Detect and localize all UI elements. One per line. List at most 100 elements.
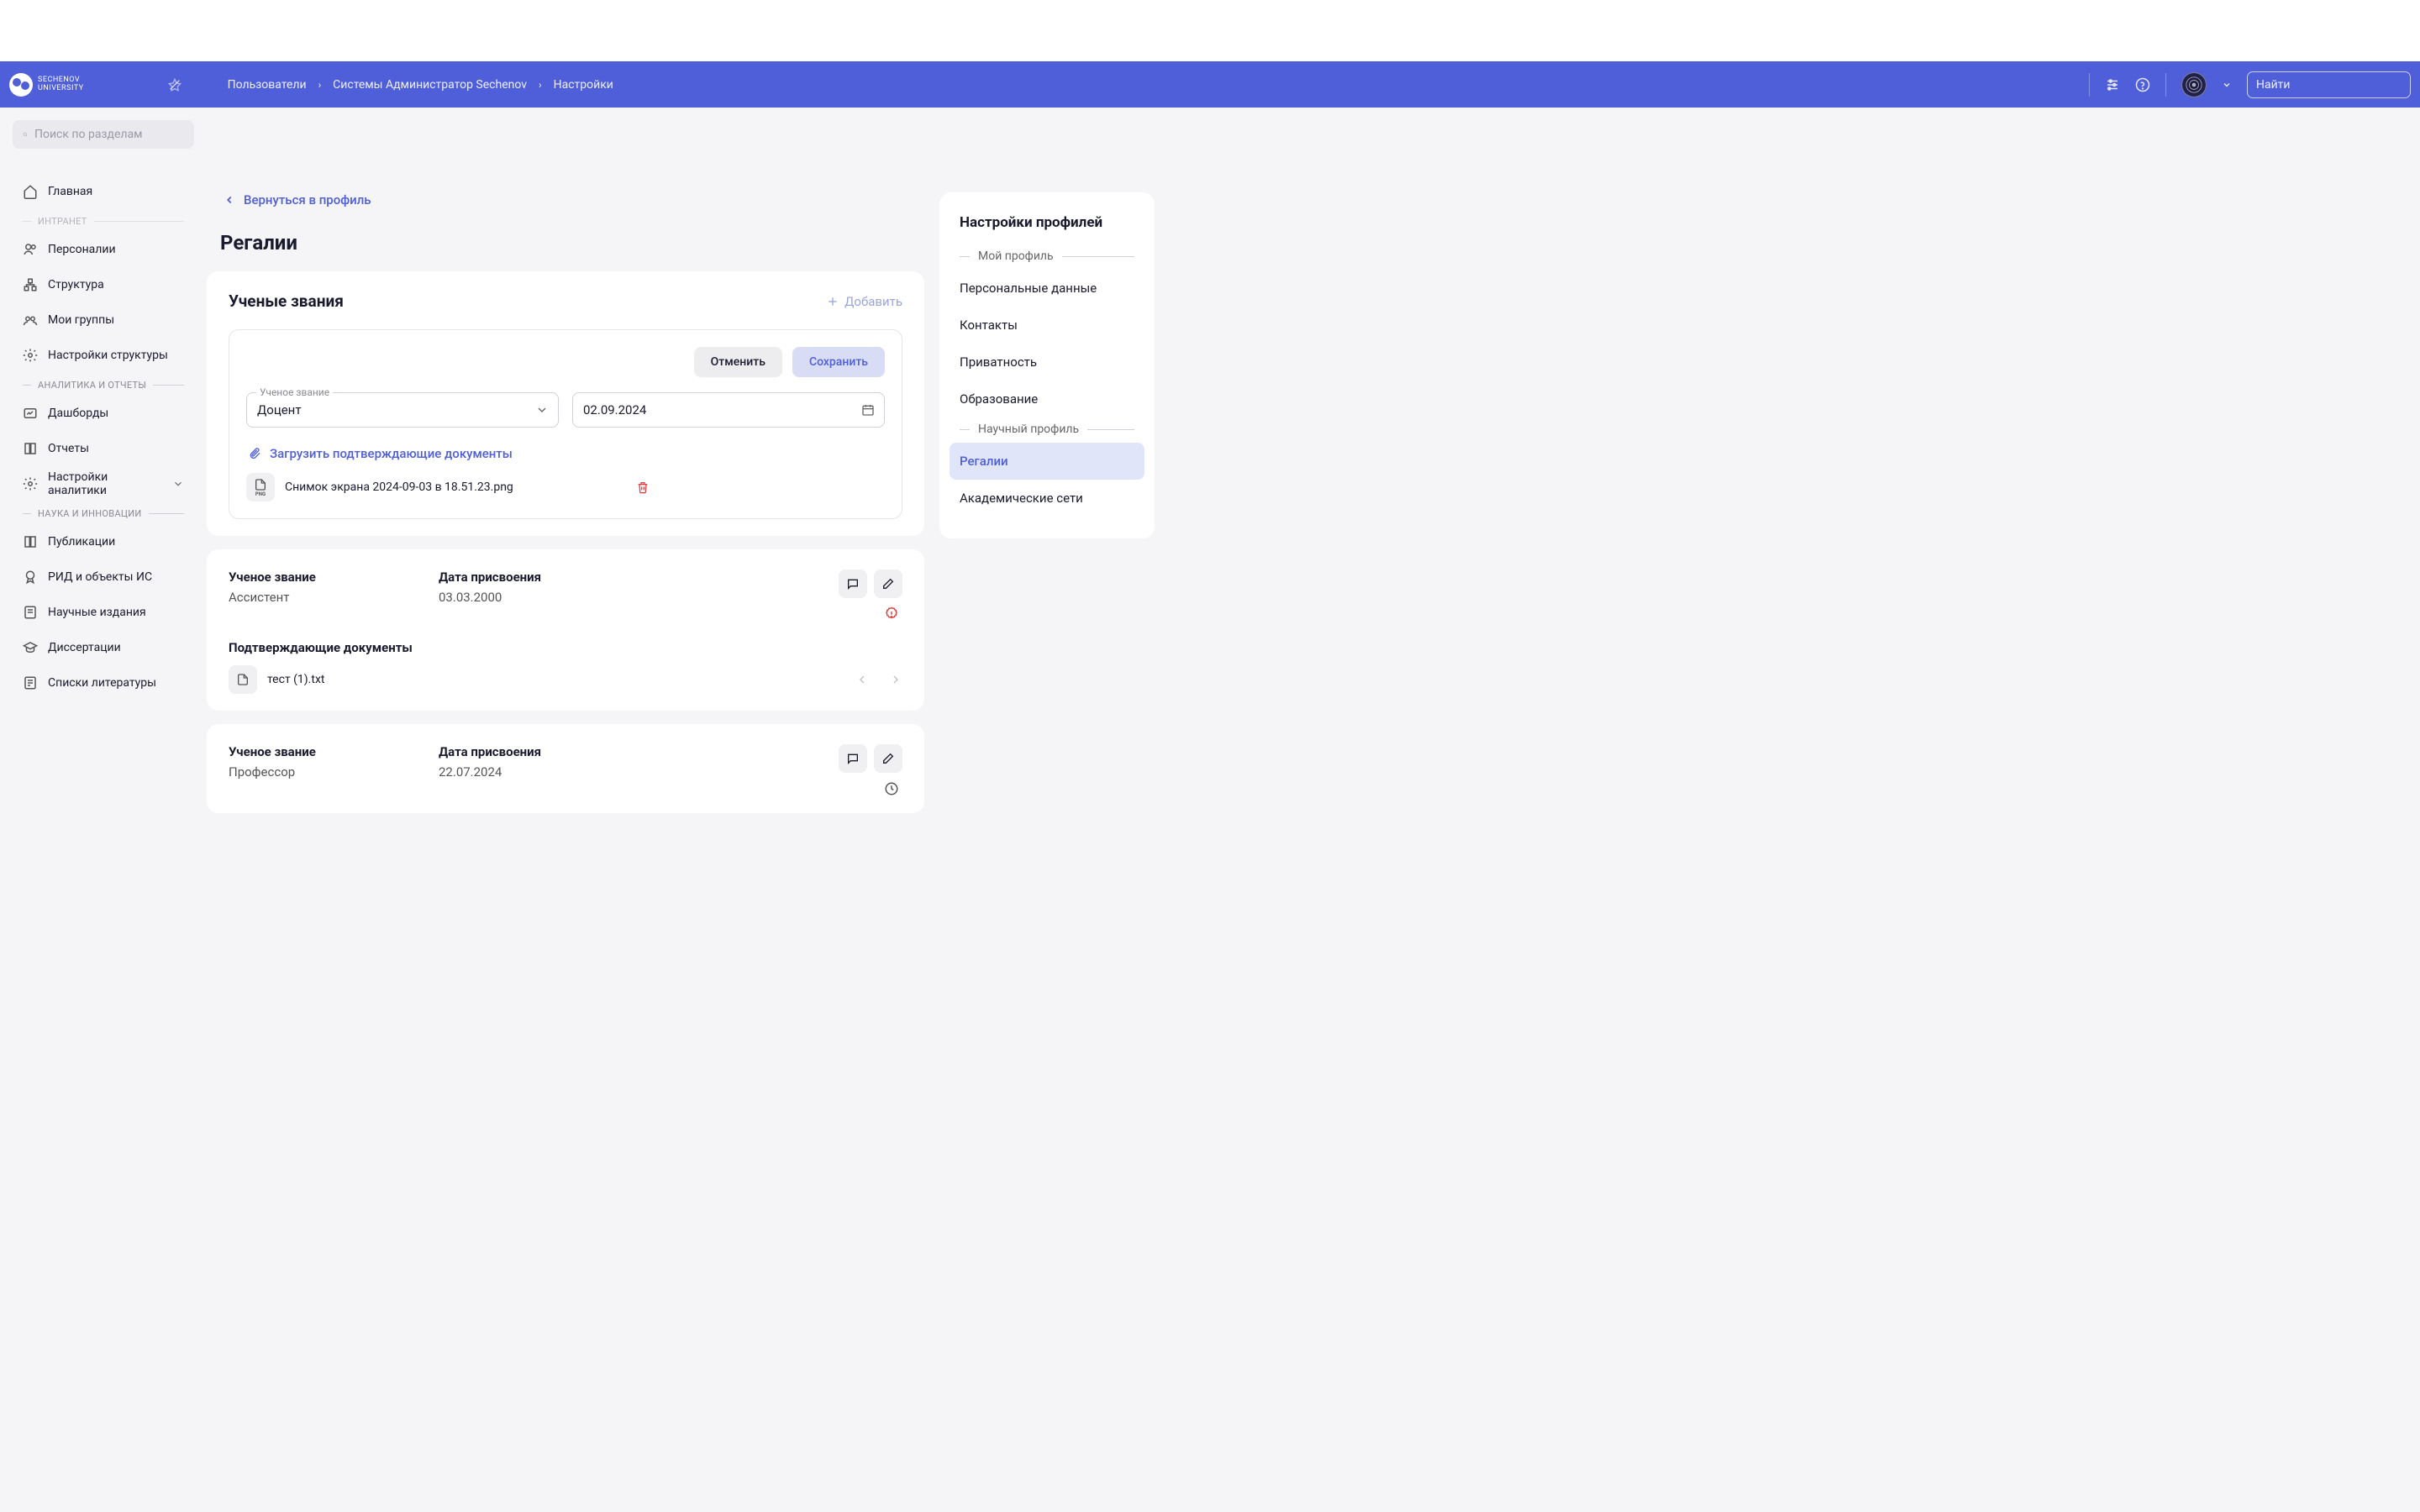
breadcrumb-item[interactable]: Настройки [554, 78, 613, 92]
edit-button[interactable] [874, 570, 902, 598]
nav-bibliography[interactable]: Списки литературы [13, 665, 194, 701]
next-button[interactable] [889, 673, 902, 686]
record-date-value: 22.07.2024 [439, 764, 615, 780]
nav-label: Научные издания [48, 606, 146, 619]
titles-card: Ученые звания Добавить Отменить Сохранит… [207, 271, 924, 536]
record-date-label: Дата присвоения [439, 744, 615, 759]
docs-pager [855, 673, 902, 686]
card-title: Ученые звания [229, 291, 344, 311]
breadcrumb-item[interactable]: Системы Администратор Sechenov [333, 78, 527, 92]
file-name[interactable]: тест (1).txt [267, 673, 324, 686]
panel-item-privacy[interactable]: Приватность [950, 344, 1144, 381]
sidebar: Главная ИНТРАНЕТ Персоналии Структура Мо… [0, 108, 207, 1512]
panel-section: Мой профиль [950, 249, 1144, 263]
logo-icon [9, 73, 33, 97]
nav-label: Мои группы [48, 313, 114, 327]
sidebar-search[interactable] [13, 120, 194, 149]
nav-structure[interactable]: Структура [13, 267, 194, 302]
panel-item-personal[interactable]: Персональные данные [950, 270, 1144, 307]
save-button[interactable]: Сохранить [792, 347, 885, 377]
group-icon [23, 312, 38, 328]
panel-title: Настройки профилей [960, 214, 1134, 231]
logo-text: Sechenov University [38, 76, 84, 93]
panel-item-contacts[interactable]: Контакты [950, 307, 1144, 344]
record-title-label: Ученое звание [229, 570, 405, 585]
page-title: Регалии [207, 231, 924, 255]
nav-analytics-settings[interactable]: Настройки аналитики [13, 466, 194, 501]
topbar: Sechenov University Пользователи › Систе… [0, 61, 2420, 108]
nav-label: Публикации [48, 535, 115, 549]
nav-label: Отчеты [48, 442, 89, 455]
nav-label: РИД и объекты ИС [48, 570, 152, 584]
record-title-value: Ассистент [229, 590, 405, 605]
file-attachment: PNG Снимок экрана 2024-09-03 в 18.51.23.… [246, 473, 885, 501]
chevron-right-icon: › [318, 79, 322, 91]
nav-section: НАУКА И ИННОВАЦИИ [13, 501, 194, 524]
nav-label: Главная [48, 185, 92, 198]
nav-label: Структура [48, 278, 104, 291]
nav-section: АНАЛИТИКА И ОТЧЕТЫ [13, 373, 194, 396]
record-title-value: Профессор [229, 764, 405, 780]
nav-journals[interactable]: Научные издания [13, 595, 194, 630]
title-select[interactable]: Ученое звание Доцент [246, 392, 559, 428]
comment-button[interactable] [839, 570, 867, 598]
home-icon [23, 184, 38, 199]
pin-icon[interactable] [168, 78, 182, 92]
nav-reports[interactable]: Отчеты [13, 431, 194, 466]
date-input[interactable]: 02.09.2024 [572, 392, 885, 428]
record-date-value: 03.03.2000 [439, 590, 615, 605]
panel-item-networks[interactable]: Академические сети [950, 480, 1144, 517]
nav-structure-settings[interactable]: Настройки структуры [13, 338, 194, 373]
panel-item-education[interactable]: Образование [950, 381, 1144, 417]
nav-dissertations[interactable]: Диссертации [13, 630, 194, 665]
settings-panel: Настройки профилей Мой профиль Персональ… [939, 192, 1155, 538]
clock-icon [884, 781, 899, 796]
back-link[interactable]: Вернуться в профиль [207, 192, 371, 207]
comment-button[interactable] [839, 744, 867, 773]
nav-label: Настройки структуры [48, 349, 168, 362]
nav-ip[interactable]: РИД и объекты ИС [13, 559, 194, 595]
file-icon: PNG [246, 473, 275, 501]
breadcrumb-item[interactable]: Пользователи [228, 78, 307, 92]
nav-section: ИНТРАНЕТ [13, 209, 194, 232]
sliders-icon[interactable] [2105, 77, 2120, 92]
warning-icon [884, 606, 899, 622]
sidebar-search-input[interactable] [34, 128, 184, 141]
nav-label: Списки литературы [48, 676, 156, 690]
journal-icon [23, 605, 38, 620]
help-icon[interactable] [2135, 77, 2150, 92]
file-icon [229, 665, 257, 694]
nav-home[interactable]: Главная [13, 174, 194, 209]
nav-personnel[interactable]: Персоналии [13, 232, 194, 267]
record-card: Ученое звание Профессор Дата присвоения … [207, 724, 924, 813]
book-icon [23, 441, 38, 456]
chevron-down-icon[interactable] [2222, 80, 2232, 90]
users-icon [23, 242, 38, 257]
record-date-label: Дата присвоения [439, 570, 615, 585]
user-avatar[interactable] [2181, 72, 2207, 97]
logo[interactable]: Sechenov University [9, 73, 84, 97]
nav-publications[interactable]: Публикации [13, 524, 194, 559]
chevron-down-icon [172, 478, 184, 490]
add-button[interactable]: Добавить [826, 294, 902, 309]
docs-label: Подтверждающие документы [229, 640, 902, 655]
pub-icon [23, 534, 38, 549]
panel-item-regalia[interactable]: Регалии [950, 443, 1144, 480]
global-search-input[interactable] [2256, 78, 2406, 92]
panel-section: Научный профиль [950, 423, 1144, 436]
cancel-button[interactable]: Отменить [694, 347, 782, 377]
dashboard-icon [23, 406, 38, 421]
prev-button[interactable] [855, 673, 869, 686]
list-icon [23, 675, 38, 690]
nav-dashboards[interactable]: Дашборды [13, 396, 194, 431]
nav-label: Персоналии [48, 243, 116, 256]
nav-groups[interactable]: Мои группы [13, 302, 194, 338]
breadcrumb: Пользователи › Системы Администратор Sec… [228, 78, 2089, 92]
record-card: Ученое звание Ассистент Дата присвоения … [207, 549, 924, 711]
plus-icon [826, 295, 839, 308]
edit-button[interactable] [874, 744, 902, 773]
upload-link[interactable]: Загрузить подтверждающие документы [248, 446, 513, 461]
global-search[interactable] [2247, 71, 2411, 98]
delete-file-button[interactable] [636, 480, 650, 494]
paperclip-icon [248, 447, 261, 460]
